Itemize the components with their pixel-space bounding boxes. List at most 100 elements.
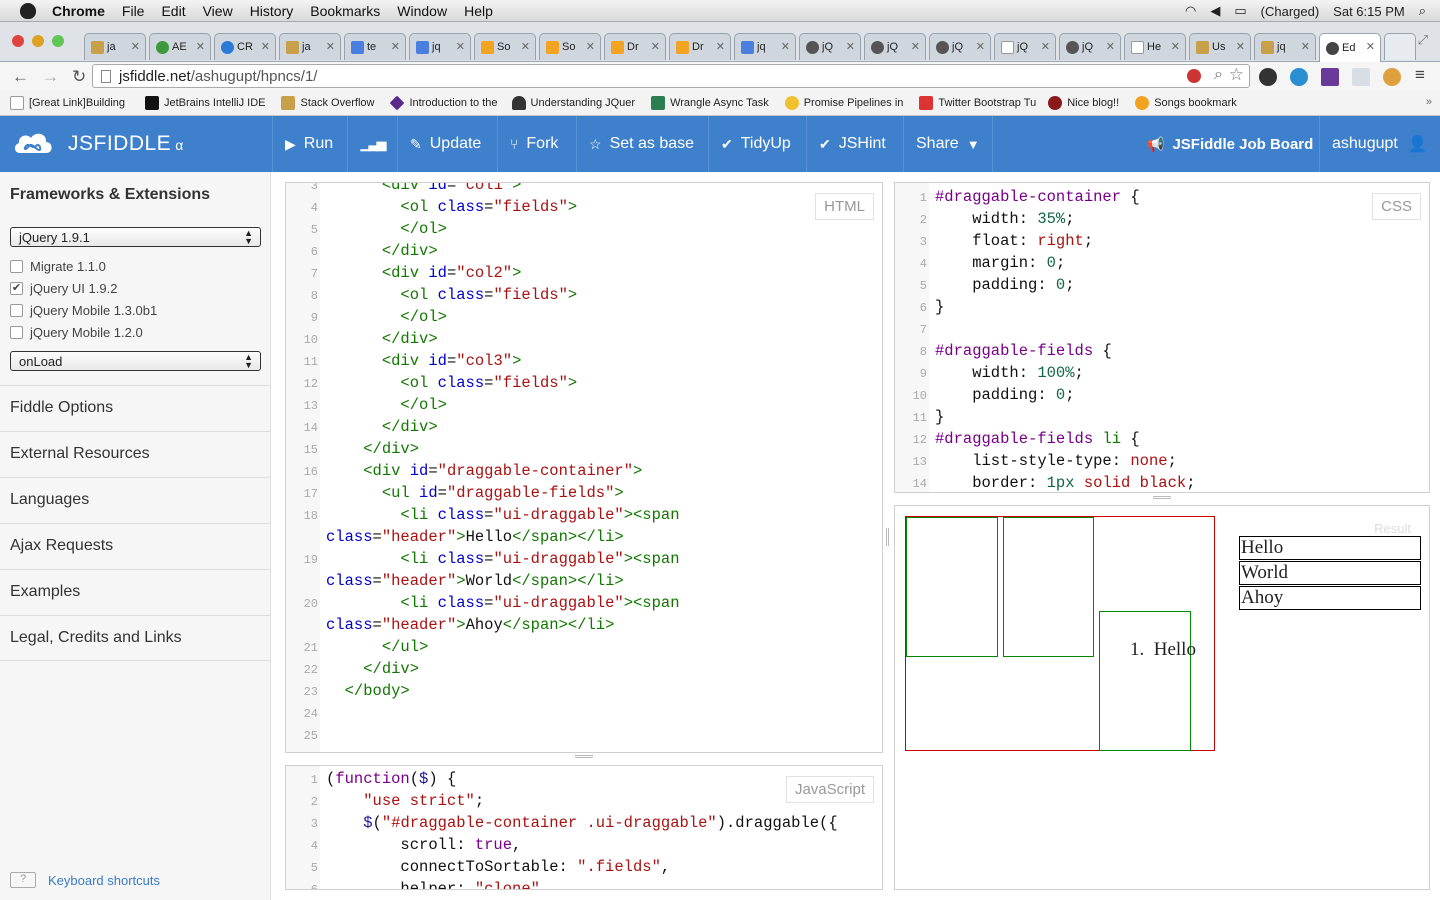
- draggable-field[interactable]: Ahoy: [1239, 586, 1421, 610]
- css-editor[interactable]: CSS 1 #draggable-container { 2 width: 35%…: [894, 182, 1430, 493]
- star-icon[interactable]: ☆: [1229, 65, 1244, 85]
- bookmark-item[interactable]: Songs bookmark: [1135, 96, 1237, 110]
- close-tab-icon[interactable]: ✕: [196, 40, 205, 53]
- close-tab-icon[interactable]: ✕: [521, 40, 530, 53]
- section-languages[interactable]: Languages: [0, 477, 271, 523]
- fullscreen-icon[interactable]: ⤢: [1418, 32, 1428, 48]
- reload-icon[interactable]: ↻: [72, 67, 90, 87]
- run-button[interactable]: ▶ Run: [272, 116, 345, 172]
- browser-tab[interactable]: Us ✕: [1189, 33, 1251, 60]
- close-tab-icon[interactable]: ✕: [716, 40, 725, 53]
- close-tab-icon[interactable]: ✕: [261, 40, 270, 53]
- menu-file[interactable]: File: [122, 3, 145, 19]
- close-tab-icon[interactable]: ✕: [326, 40, 335, 53]
- fork-button[interactable]: ⑂ Fork: [497, 116, 570, 172]
- javascript-editor[interactable]: JavaScript 1 (function($) { 2 "use strict…: [285, 765, 883, 890]
- bookmark-item[interactable]: JetBrains IntelliJ IDE: [145, 96, 265, 110]
- extension-checkbox[interactable]: jQuery Mobile 1.2.0: [10, 325, 143, 340]
- close-tab-icon[interactable]: ✕: [911, 40, 920, 53]
- close-tab-icon[interactable]: ✕: [781, 40, 790, 53]
- menu-window[interactable]: Window: [397, 3, 447, 19]
- jshint-button[interactable]: ✔ JSHint: [806, 116, 898, 172]
- browser-tab[interactable]: jQ ✕: [1059, 33, 1121, 60]
- browser-tab[interactable]: So ✕: [474, 33, 536, 60]
- close-tab-icon[interactable]: ✕: [586, 40, 595, 53]
- back-icon[interactable]: ←: [12, 67, 30, 87]
- adblock-icon[interactable]: [1187, 69, 1201, 83]
- column-2-dropzone[interactable]: [1003, 517, 1094, 657]
- jsfiddle-logo-icon[interactable]: [12, 129, 54, 157]
- section-fiddle-options[interactable]: Fiddle Options: [0, 385, 271, 431]
- extension-icon[interactable]: [1352, 68, 1370, 86]
- menu-history[interactable]: History: [250, 3, 294, 19]
- close-tab-icon[interactable]: ✕: [651, 40, 660, 53]
- clock[interactable]: Sat 6:15 PM: [1333, 4, 1405, 19]
- minimize-window-icon[interactable]: [32, 35, 44, 47]
- cookie-icon[interactable]: [1383, 68, 1401, 86]
- vertical-resize-handle[interactable]: [886, 528, 889, 546]
- extension-icon[interactable]: [1259, 68, 1277, 86]
- close-window-icon[interactable]: [12, 35, 24, 47]
- bookmark-item[interactable]: Wrangle Async Task: [651, 96, 769, 110]
- browser-tab[interactable]: Dr ✕: [604, 33, 666, 60]
- browser-tab[interactable]: jq ✕: [1254, 33, 1316, 60]
- forward-icon[interactable]: →: [42, 67, 60, 87]
- browser-tab[interactable]: jQ ✕: [994, 33, 1056, 60]
- zoom-icon[interactable]: ⌕: [1214, 66, 1223, 84]
- bookmark-item[interactable]: Understanding JQuer: [511, 96, 635, 110]
- wifi-icon[interactable]: ◠: [1185, 3, 1196, 19]
- draggable-field[interactable]: World: [1239, 561, 1421, 585]
- update-button[interactable]: ✎ Update: [397, 116, 493, 172]
- apple-icon[interactable]: [20, 2, 36, 19]
- job-board-link[interactable]: 📢 JSFiddle Job Board: [1135, 116, 1325, 172]
- browser-tab[interactable]: jq ✕: [409, 33, 471, 60]
- bookmark-item[interactable]: Stack Overflow: [281, 96, 374, 110]
- extension-icon[interactable]: [1290, 68, 1308, 86]
- extension-checkbox[interactable]: jQuery Mobile 1.3.0b1: [10, 303, 157, 318]
- bookmark-item[interactable]: Nice blog!!: [1048, 96, 1119, 110]
- browser-tab[interactable]: jQ ✕: [929, 33, 991, 60]
- set-as-base-button[interactable]: ☆ Set as base: [576, 116, 706, 172]
- dropped-list-item[interactable]: 1. Hello: [1130, 639, 1196, 661]
- section-examples[interactable]: Examples: [0, 569, 271, 615]
- section-external-resources[interactable]: External Resources: [0, 431, 271, 477]
- draggable-field[interactable]: Hello: [1239, 536, 1421, 560]
- keyboard-shortcuts-link[interactable]: ? Keyboard shortcuts: [10, 872, 160, 888]
- browser-tab[interactable]: jQ ✕: [799, 33, 861, 60]
- column-3-dropzone[interactable]: [1099, 611, 1191, 751]
- menu-app[interactable]: Chrome: [52, 3, 105, 19]
- close-tab-icon[interactable]: ✕: [391, 40, 400, 53]
- close-tab-icon[interactable]: ✕: [1236, 40, 1245, 53]
- css-result-resize-handle[interactable]: [1153, 496, 1171, 499]
- browser-tab[interactable]: ja ✕: [84, 33, 146, 60]
- battery-icon[interactable]: ▭: [1234, 3, 1246, 19]
- browser-tab[interactable]: CR ✕: [214, 33, 276, 60]
- checkbox[interactable]: [10, 304, 23, 317]
- browser-tab[interactable]: jQ ✕: [864, 33, 926, 60]
- close-tab-icon[interactable]: ✕: [1171, 40, 1180, 53]
- bookmark-item[interactable]: Introduction to the: [390, 95, 498, 111]
- user-menu[interactable]: ashugupt 👤: [1319, 116, 1440, 172]
- section-legal[interactable]: Legal, Credits and Links: [0, 615, 271, 661]
- zoom-window-icon[interactable]: [52, 35, 64, 47]
- close-tab-icon[interactable]: ✕: [131, 40, 140, 53]
- close-tab-icon[interactable]: ✕: [846, 40, 855, 53]
- html-js-resize-handle[interactable]: [575, 755, 593, 758]
- checkbox[interactable]: [10, 326, 23, 339]
- share-button[interactable]: Share ▼: [903, 116, 993, 172]
- browser-tab[interactable]: He ✕: [1124, 33, 1186, 60]
- spotlight-icon[interactable]: ⌕: [1419, 3, 1426, 19]
- close-tab-icon[interactable]: ✕: [1301, 40, 1310, 53]
- browser-tab[interactable]: te ✕: [344, 33, 406, 60]
- column-1-dropzone[interactable]: [906, 517, 998, 657]
- close-tab-icon[interactable]: ✕: [1366, 40, 1375, 53]
- browser-tab[interactable]: jq ✕: [734, 33, 796, 60]
- browser-tab[interactable]: ja ✕: [279, 33, 341, 60]
- close-tab-icon[interactable]: ✕: [1041, 40, 1050, 53]
- bookmark-item[interactable]: Promise Pipelines in: [784, 96, 903, 110]
- browser-tab[interactable]: AE ✕: [149, 33, 211, 60]
- menu-view[interactable]: View: [203, 3, 233, 19]
- address-bar[interactable]: jsfiddle.net/ashugupt/hpncs/1/ ⌕ ☆: [92, 64, 1250, 88]
- extension-checkbox[interactable]: ✔ jQuery UI 1.9.2: [10, 281, 117, 296]
- framework-select[interactable]: jQuery 1.9.1 ▲ ▼: [10, 227, 261, 247]
